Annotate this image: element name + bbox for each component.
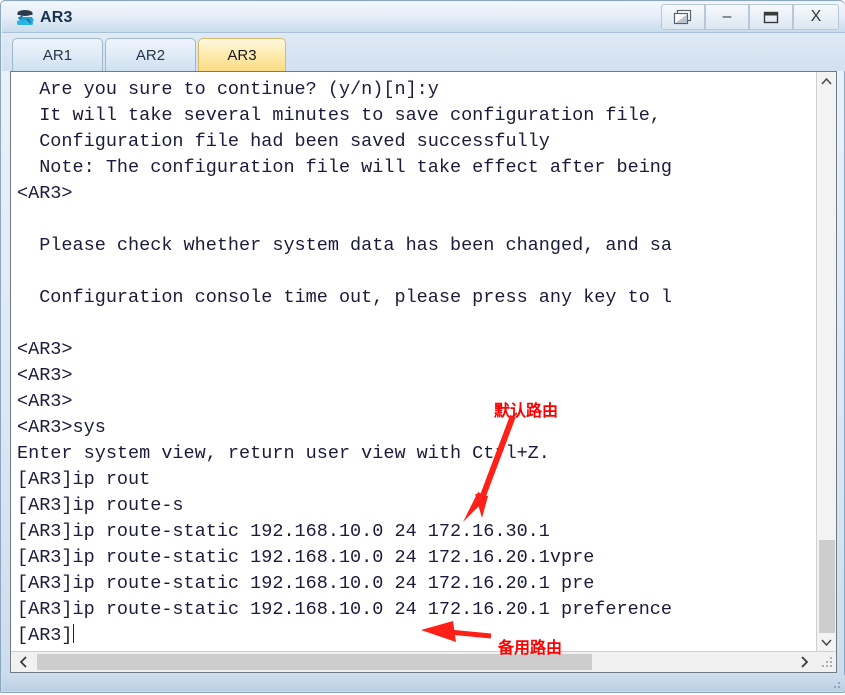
maximize-button[interactable] xyxy=(749,4,793,30)
terminal-line: Are you sure to continue? (y/n)[n]:y xyxy=(17,79,439,100)
scroll-left-icon[interactable] xyxy=(13,652,33,672)
tab-ar3[interactable]: AR3 xyxy=(198,38,286,71)
terminal-line: It will take several minutes to save con… xyxy=(17,105,661,126)
close-icon: X xyxy=(810,8,822,25)
terminal-line: <AR3> xyxy=(17,365,73,386)
terminal-line: <AR3> xyxy=(17,391,73,412)
text-caret xyxy=(72,624,74,643)
maximize-icon xyxy=(763,11,779,24)
horizontal-scrollbar[interactable] xyxy=(11,651,836,672)
window-resize-grip[interactable] xyxy=(830,677,842,689)
window-title: AR3 xyxy=(40,9,73,26)
tab-label: AR1 xyxy=(42,46,73,64)
close-button[interactable]: X xyxy=(793,4,839,30)
terminal-panel[interactable]: Are you sure to continue? (y/n)[n]:y It … xyxy=(10,71,837,673)
vertical-scrollbar-thumb[interactable] xyxy=(819,540,835,638)
terminal-line: <AR3>sys xyxy=(17,417,106,438)
terminal-line: Configuration console time out, please p… xyxy=(17,287,673,308)
window-bottom-edge xyxy=(2,675,845,691)
terminal-line: Configuration file had been saved succes… xyxy=(17,131,550,152)
scroll-right-icon[interactable] xyxy=(794,652,814,672)
tab-label: AR3 xyxy=(227,46,257,64)
terminal-line: [AR3]ip route-s xyxy=(17,495,184,516)
terminal-line: [AR3]ip route-static 192.168.10.0 24 172… xyxy=(17,573,595,594)
terminal-line: [AR3]ip route-static 192.168.10.0 24 172… xyxy=(17,521,550,542)
terminal-prompt-line[interactable]: [AR3] xyxy=(17,623,672,649)
tab-ar2[interactable]: AR2 xyxy=(105,38,196,71)
cascade-windows-button[interactable] xyxy=(661,4,705,30)
device-cli-window: AR3 – X AR1 AR2 AR3 Are you sure to cont… xyxy=(0,0,845,693)
minimize-button[interactable]: – xyxy=(705,4,749,30)
vertical-scrollbar[interactable] xyxy=(816,72,836,652)
terminal-line: [AR3]ip route-static 192.168.10.0 24 172… xyxy=(17,547,595,568)
terminal-line: Enter system view, return user view with… xyxy=(17,443,550,464)
terminal-line: [AR3]ip route-static 192.168.10.0 24 172… xyxy=(17,599,673,620)
minimize-icon: – xyxy=(722,8,732,25)
horizontal-scrollbar-thumb[interactable] xyxy=(37,654,592,670)
router-icon xyxy=(14,7,36,28)
terminal-output-area[interactable]: Are you sure to continue? (y/n)[n]:y It … xyxy=(11,72,817,652)
tab-strip: AR1 AR2 AR3 xyxy=(2,33,845,71)
terminal-line: Note: The configuration file will take e… xyxy=(17,157,673,178)
terminal-line: Please check whether system data has bee… xyxy=(17,235,673,256)
scroll-down-icon[interactable] xyxy=(817,633,836,652)
terminal-prompt-text: [AR3] xyxy=(17,625,73,646)
terminal-line-list: Are you sure to continue? (y/n)[n]:y It … xyxy=(17,77,672,649)
tab-ar1[interactable]: AR1 xyxy=(12,38,103,71)
tab-label: AR2 xyxy=(135,46,166,64)
scrollbar-corner-grip xyxy=(819,656,834,671)
terminal-line: <AR3> xyxy=(17,339,73,360)
title-bar: AR3 – X xyxy=(2,2,845,33)
scroll-up-icon[interactable] xyxy=(817,72,836,91)
terminal-line: <AR3> xyxy=(17,183,73,204)
terminal-line: [AR3]ip rout xyxy=(17,469,151,490)
